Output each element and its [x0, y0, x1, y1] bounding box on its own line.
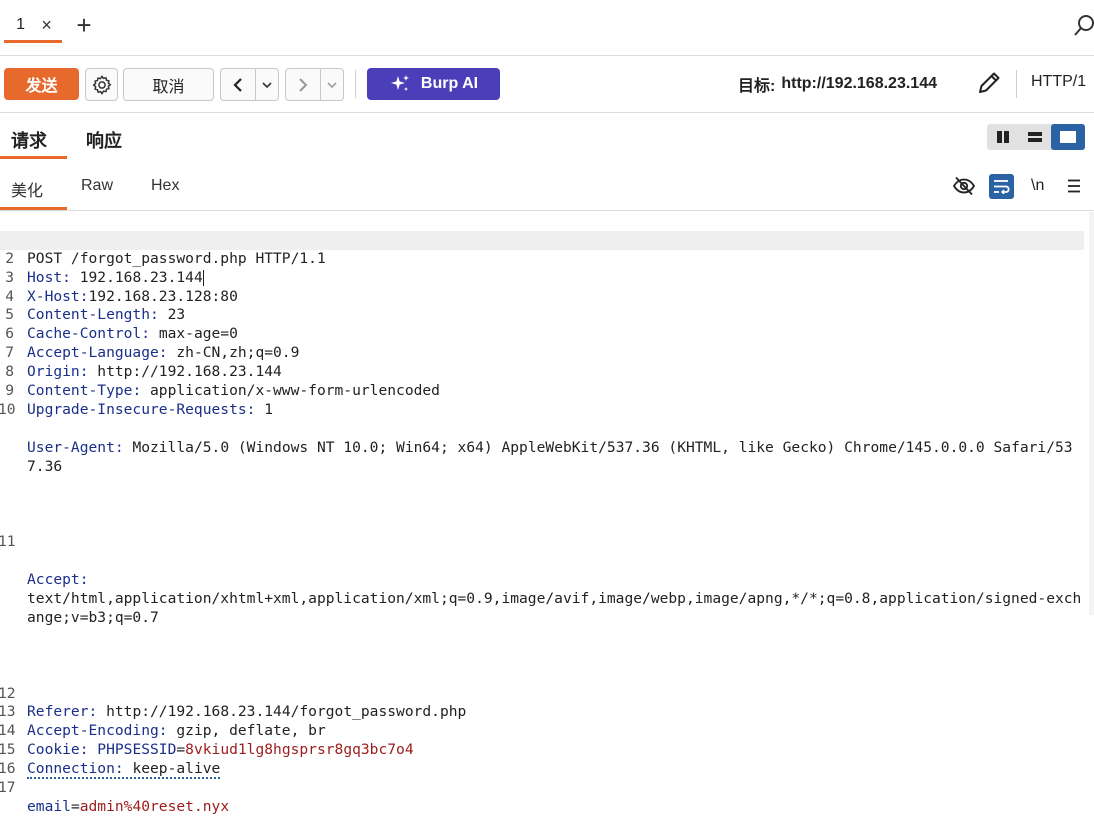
active-view-indicator	[0, 207, 67, 210]
request-line: 6 Accept-Language: zh-CN,zh;q=0.9	[0, 306, 1094, 361]
chevron-down-icon	[262, 81, 272, 88]
repeater-tab-1[interactable]: 1 ×	[4, 10, 62, 43]
forward-history-dropdown[interactable]	[320, 69, 343, 100]
request-editor[interactable]: 1 POST /forgot_password.php HTTP/1.1 2 H…	[0, 212, 1094, 815]
body-param-name: email	[27, 797, 71, 815]
header-value: Mozilla/5.0 (Windows NT 10.0; Win64; x64…	[27, 438, 1073, 475]
cancel-button[interactable]: 取消	[123, 68, 214, 101]
header-accept: Accept: text/html,application/xhtml+xml,a…	[27, 571, 1082, 628]
history-forward-group	[285, 68, 344, 101]
chevron-right-icon	[299, 77, 308, 92]
request-line: 17 email=admin%40reset.nyx	[0, 760, 1094, 815]
request-line: 4 Content-Length: 23	[0, 269, 1094, 324]
header-value: text/html,application/xhtml+xml,applicat…	[27, 589, 1082, 626]
header-separator: :	[114, 438, 133, 456]
edit-target-button[interactable]	[975, 69, 1003, 97]
sparkle-icon	[390, 75, 409, 91]
wrap-lines-icon	[994, 180, 1010, 194]
request-line: 1 POST /forgot_password.php HTTP/1.1	[0, 212, 1094, 267]
tab-pretty[interactable]: 美化	[11, 177, 43, 201]
search-icon[interactable]	[1072, 12, 1094, 38]
request-line: 14 Cookie: PHPSESSID=8vkiud1lg8hgsprsr8g…	[0, 703, 1094, 758]
request-line: 11 Accept: text/html,application/xhtml+xm…	[0, 514, 1094, 665]
send-button[interactable]: 发送	[4, 68, 79, 100]
show-newlines-toggle[interactable]: \n	[1031, 177, 1044, 195]
layout-tabbed-button[interactable]	[1051, 124, 1085, 150]
tab-response[interactable]: 响应	[86, 127, 122, 153]
rows-icon	[1028, 132, 1042, 142]
request-line: 5 Cache-Control: max-age=0	[0, 288, 1094, 342]
request-tab-bar: 1 × +	[0, 0, 1094, 56]
chevron-left-icon	[233, 77, 242, 92]
columns-icon	[997, 131, 1009, 143]
line-number: 17	[0, 778, 16, 796]
request-line: 13 Accept-Encoding: gzip, deflate, br	[0, 685, 1094, 739]
request-line: 12 Referer: http://192.168.23.144/forgot…	[0, 666, 1094, 721]
request-line: 8 Content-Type: application/x-www-form-u…	[0, 344, 1094, 399]
header-name: User-Agent	[27, 438, 115, 456]
request-line: 9 Upgrade-Insecure-Requests: 1	[0, 363, 1094, 418]
editor-menu-button[interactable]	[1066, 174, 1082, 198]
chevron-down-icon	[327, 81, 337, 88]
hamburger-menu-icon	[1068, 179, 1080, 193]
forward-button[interactable]	[286, 69, 320, 100]
word-wrap-toggle[interactable]	[989, 174, 1014, 199]
layout-toggle	[987, 124, 1085, 150]
repeater-toolbar: 发送 取消 Burp AI 目标: http://192.168.23.144 …	[0, 56, 1094, 113]
target-label: 目标:	[738, 78, 776, 95]
close-tab-icon[interactable]: ×	[41, 15, 52, 36]
burp-ai-button[interactable]: Burp AI	[367, 68, 500, 100]
line-number: 11	[0, 533, 16, 551]
line-number: 10	[0, 400, 16, 418]
body-param-value: admin%40reset.nyx	[79, 797, 230, 815]
active-tab-indicator	[0, 156, 67, 159]
back-button[interactable]	[221, 69, 255, 100]
add-tab-button[interactable]: +	[72, 10, 96, 40]
hide-non-printable-button[interactable]	[952, 174, 976, 198]
target-display: 目标: http://192.168.23.144	[738, 73, 937, 95]
header-separator: :	[79, 571, 89, 589]
single-pane-icon	[1060, 131, 1076, 143]
request-line: 16	[0, 741, 1094, 777]
back-history-dropdown[interactable]	[255, 69, 278, 100]
target-url: http://192.168.23.144	[781, 75, 937, 92]
gear-icon	[92, 75, 111, 94]
tab-request[interactable]: 请求	[11, 127, 47, 153]
request-line: 7 Origin: http://192.168.23.144	[0, 325, 1094, 380]
view-mode-bar: 美化 Raw Hex \n	[0, 162, 1094, 211]
history-back-group	[220, 68, 279, 101]
header-name: Accept	[27, 571, 80, 589]
body-param-equals: =	[70, 797, 80, 815]
header-user-agent: User-Agent: Mozilla/5.0 (Windows NT 10.0…	[27, 439, 1082, 477]
tab-label: 1	[16, 16, 26, 33]
toolbar-divider	[355, 70, 356, 98]
eye-off-icon	[952, 176, 976, 196]
burp-ai-label: Burp AI	[420, 75, 479, 92]
tab-hex[interactable]: Hex	[151, 177, 179, 195]
pencil-icon	[979, 72, 1000, 93]
request-body: email=admin%40reset.nyx	[27, 798, 1082, 817]
message-panel-tabs: 请求 响应	[0, 113, 1094, 161]
http-version-selector[interactable]: HTTP/1	[1031, 73, 1086, 91]
editor-scrollbar[interactable]	[1089, 212, 1094, 615]
tab-raw[interactable]: Raw	[81, 177, 113, 195]
layout-side-by-side-button[interactable]	[987, 124, 1019, 150]
request-line: 2 Host: 192.168.23.144	[0, 230, 1084, 286]
layout-stacked-button[interactable]	[1019, 124, 1051, 150]
request-line: 3 X-Host:192.168.23.128:80	[0, 250, 1094, 305]
toolbar-divider	[1016, 70, 1017, 98]
request-line: 15 Connection: keep-alive	[0, 722, 1094, 780]
settings-button[interactable]	[85, 68, 118, 101]
request-line: 10 User-Agent: Mozilla/5.0 (Windows NT 1…	[0, 382, 1094, 514]
